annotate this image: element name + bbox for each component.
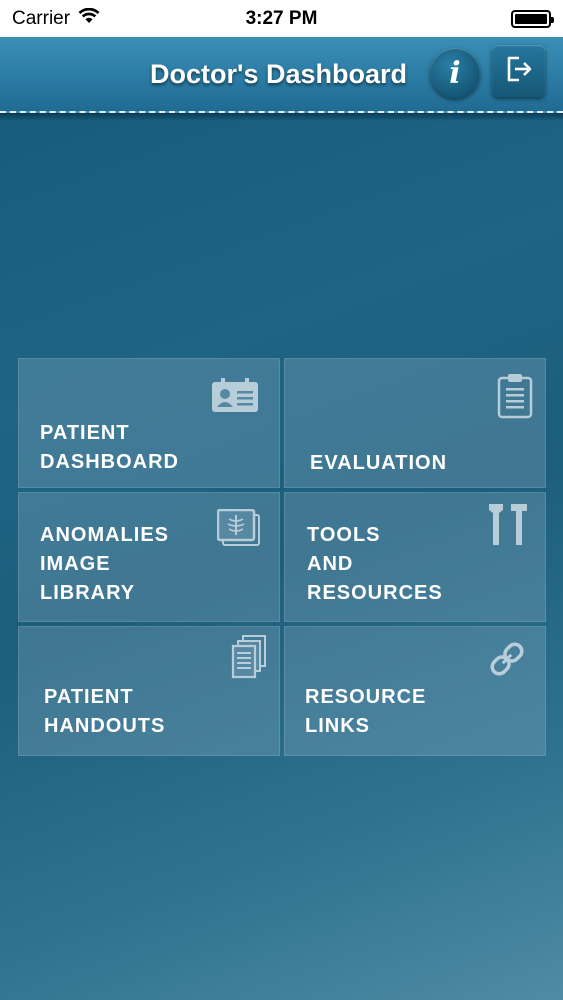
tile-resource-links[interactable]: RESOURCE LINKS [284,626,546,756]
logout-button[interactable] [492,45,545,97]
tile-patient-dashboard[interactable]: PATIENT DASHBOARD [18,358,280,488]
page-title: Doctor's Dashboard [150,59,407,89]
tile-evaluation[interactable]: EVALUATION [284,358,546,488]
xray-image-icon [216,508,261,552]
wifi-icon [78,7,100,30]
tile-label: RESOURCE LINKS [305,686,427,737]
carrier-label: Carrier [12,7,71,29]
tile-label: PATIENT DASHBOARD [40,422,179,473]
clipboard-icon [497,373,533,424]
logout-icon [505,54,533,89]
tile-label: TOOLS AND RESOURCES [307,524,443,604]
tile-label: EVALUATION [310,452,448,474]
info-button[interactable]: i [430,48,480,98]
tile-label: PATIENT HANDOUTS [44,686,166,737]
tile-label: ANOMALIES IMAGE LIBRARY [40,524,169,604]
info-icon: i [449,55,461,91]
battery-icon [511,9,554,28]
id-card-icon [211,377,259,418]
nav-shadow [0,113,563,121]
link-icon [487,639,527,684]
tile-anomalies-image-library[interactable]: ANOMALIES IMAGE LIBRARY [18,492,280,622]
tile-patient-handouts[interactable]: PATIENT HANDOUTS [18,626,280,756]
status-bar: Carrier 3:27 PM [0,0,563,37]
documents-icon [231,635,267,684]
tile-tools-and-resources[interactable]: TOOLS AND RESOURCES [284,492,546,622]
tools-icon [485,501,531,552]
